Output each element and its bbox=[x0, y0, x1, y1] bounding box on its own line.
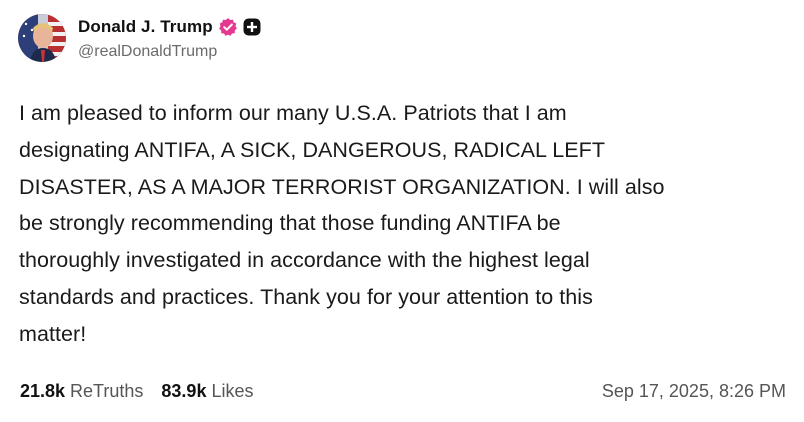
retruths-stat[interactable]: 21.8k ReTruths bbox=[20, 381, 143, 402]
avatar[interactable] bbox=[18, 14, 66, 62]
post-text: I am pleased to inform our many U.S.A. P… bbox=[19, 101, 665, 346]
likes-label: Likes bbox=[211, 380, 254, 401]
likes-count: 83.9k bbox=[161, 380, 207, 401]
avatar-image bbox=[18, 14, 66, 62]
retruths-label: ReTruths bbox=[70, 380, 144, 401]
likes-stat[interactable]: 83.9k Likes bbox=[161, 381, 253, 402]
post-footer: 21.8k ReTruths 83.9k Likes Sep 17, 2025,… bbox=[20, 379, 786, 403]
post-timestamp[interactable]: Sep 17, 2025, 8:26 PM bbox=[602, 381, 786, 402]
author-info: Donald J. Trump @realDonaldTrump bbox=[78, 16, 261, 61]
author-handle[interactable]: @realDonaldTrump bbox=[78, 43, 261, 61]
retruths-count: 21.8k bbox=[20, 380, 66, 401]
plus-badge-icon bbox=[243, 18, 261, 36]
post-header: Donald J. Trump @realDonaldTrump bbox=[18, 14, 261, 62]
name-row: Donald J. Trump bbox=[78, 16, 261, 38]
author-display-name[interactable]: Donald J. Trump bbox=[78, 17, 213, 37]
verified-badge-icon bbox=[218, 17, 238, 37]
truth-post: Donald J. Trump @realDonaldTrump I am pl… bbox=[0, 0, 804, 422]
